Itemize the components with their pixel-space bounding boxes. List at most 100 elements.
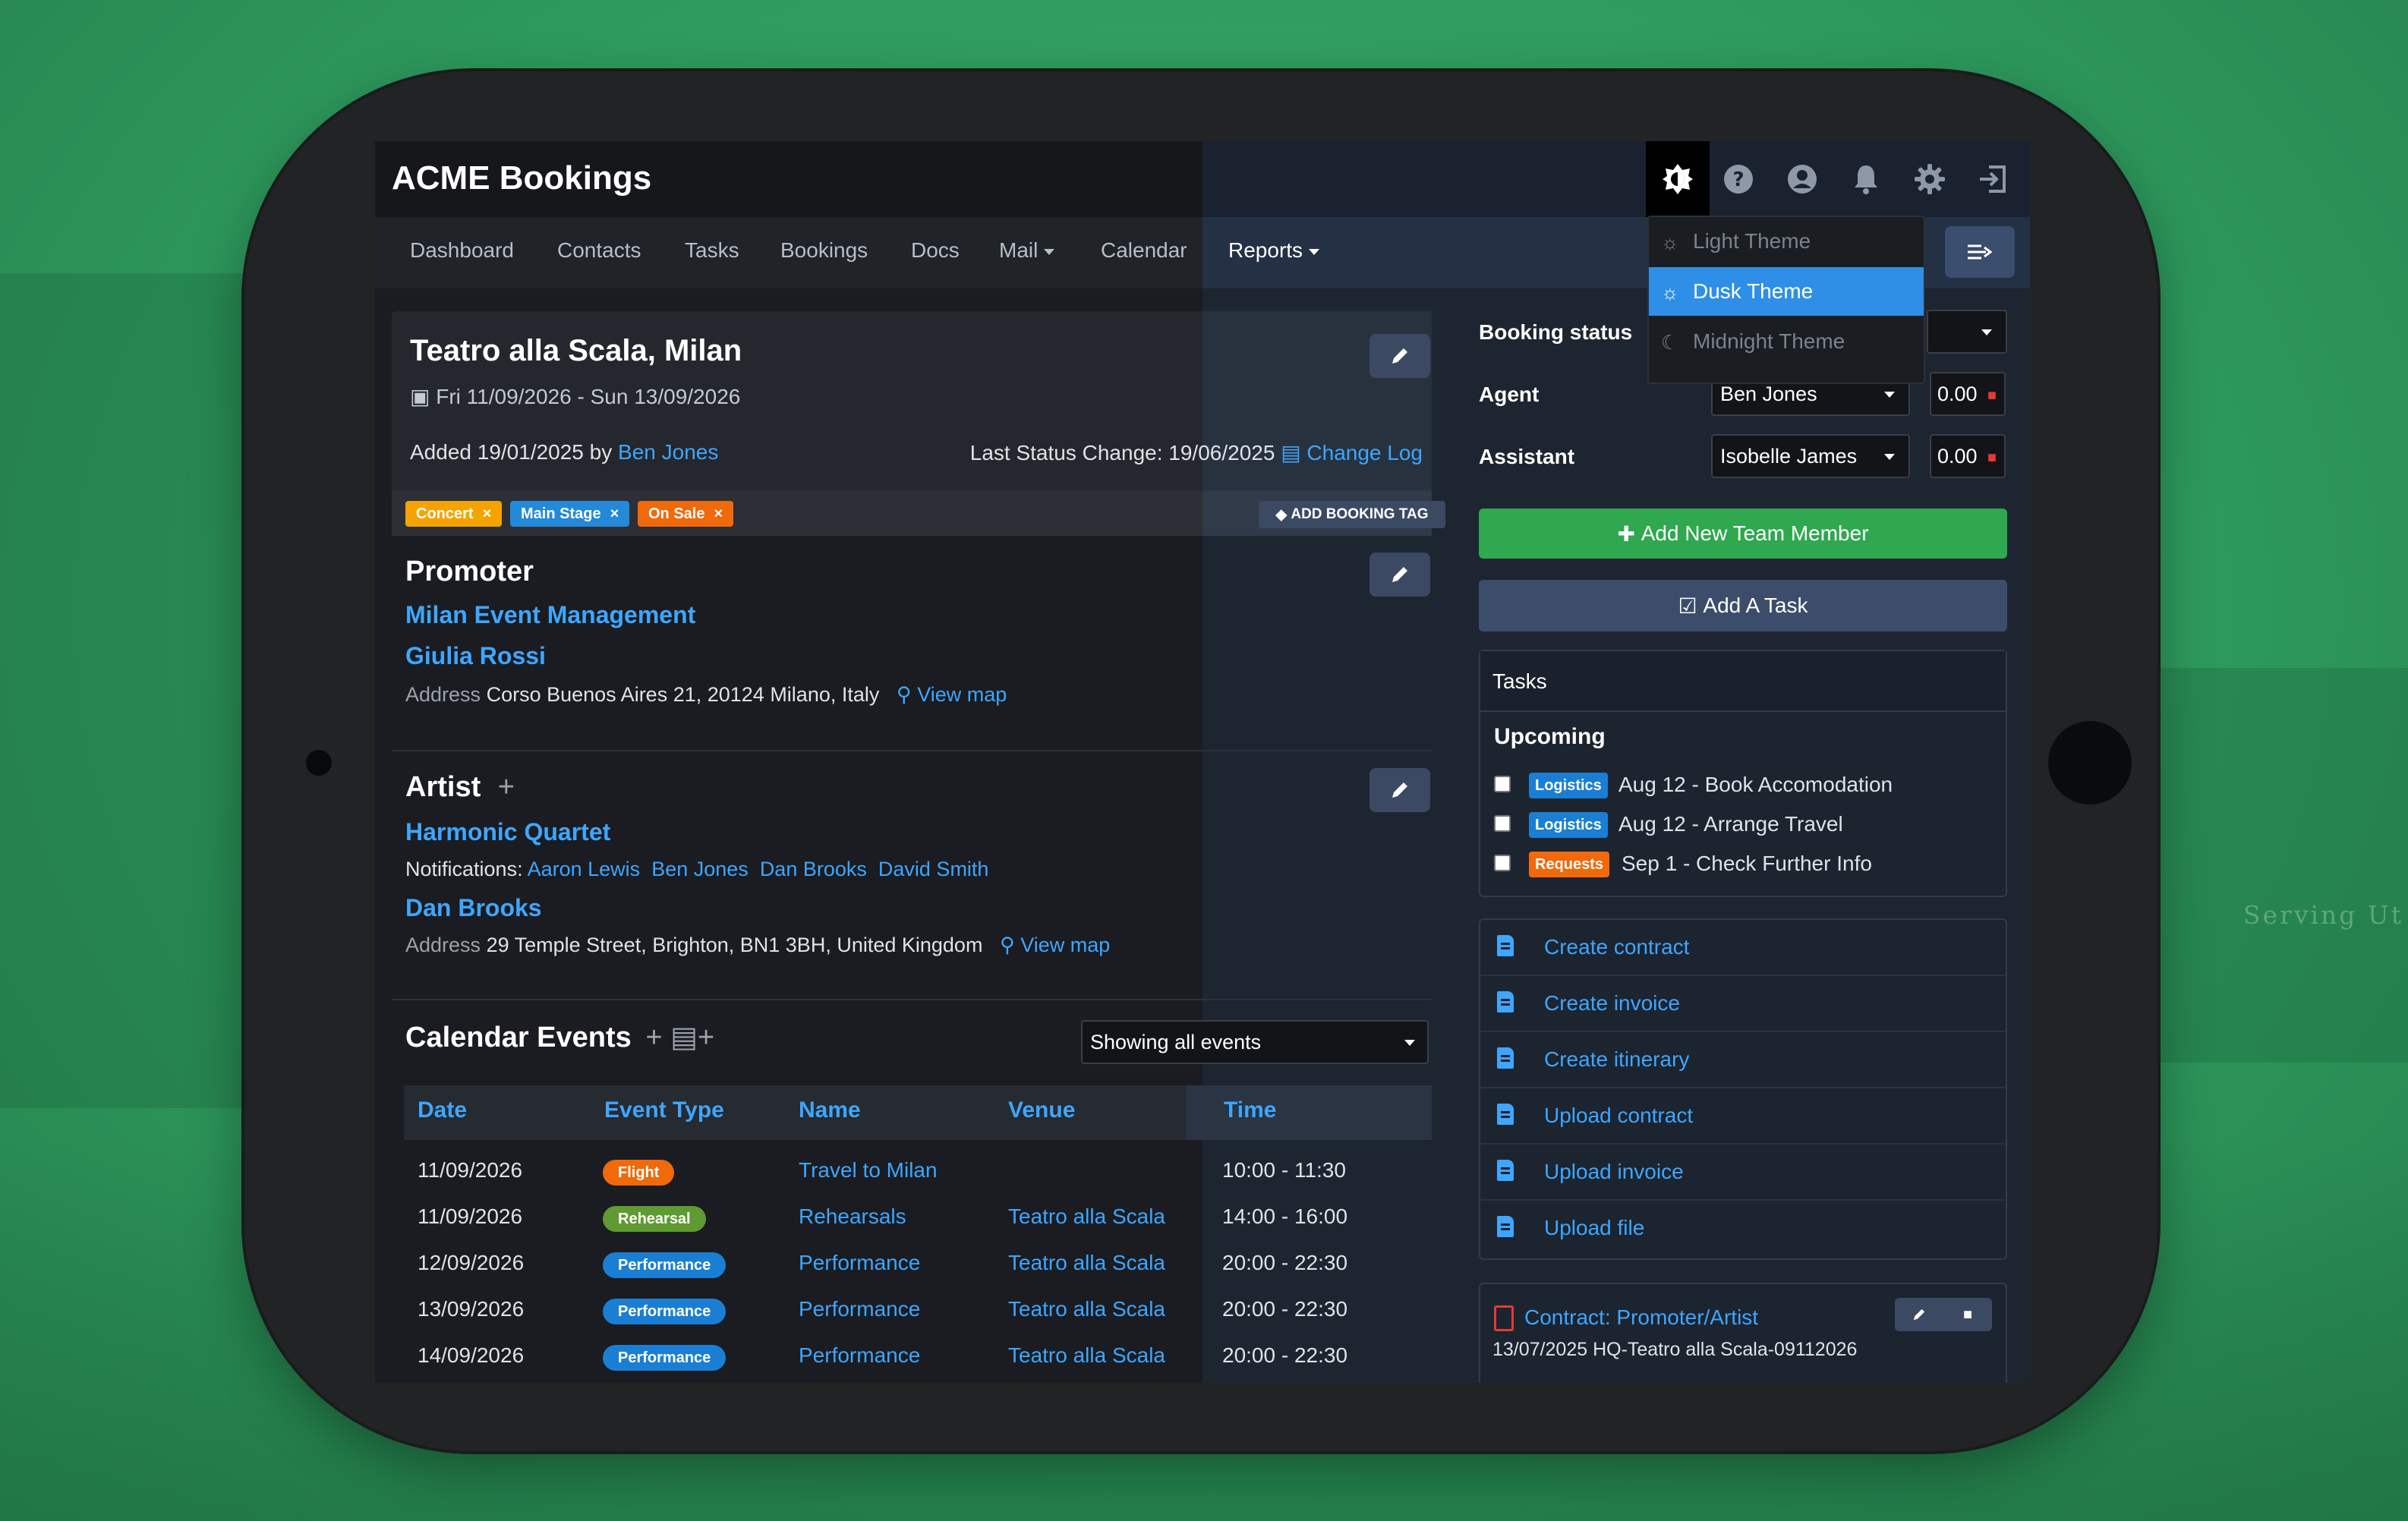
nav-mail[interactable]: Mail xyxy=(999,238,1055,263)
add-event-icon[interactable]: + xyxy=(645,1022,662,1053)
promoter-contact-link[interactable]: Giulia Rossi xyxy=(405,642,546,670)
upload-invoice-action[interactable]: Upload invoice xyxy=(1480,1145,2006,1201)
task-checkbox[interactable] xyxy=(1494,815,1511,832)
notification-contact-link[interactable]: Aaron Lewis xyxy=(528,858,641,880)
notification-contact-link[interactable]: Dan Brooks xyxy=(760,858,867,880)
event-venue-link[interactable]: Teatro alla Scala xyxy=(1008,1297,1165,1321)
event-name-link[interactable]: Performance xyxy=(799,1343,920,1368)
event-venue-link[interactable]: Teatro alla Scala xyxy=(1008,1251,1165,1275)
promoter-company-link[interactable]: Milan Event Management xyxy=(405,601,695,629)
file-icon xyxy=(1497,991,1514,1012)
theme-option-midnight[interactable]: ☾ Midnight Theme xyxy=(1649,317,1924,366)
agent-amount-field[interactable]: 0.00 ■ xyxy=(1930,372,2006,416)
nav-reports[interactable]: Reports xyxy=(1228,238,1320,263)
add-booking-tag-button[interactable]: ◆ ADD BOOKING TAG xyxy=(1259,501,1445,528)
artist-contact-link[interactable]: Dan Brooks xyxy=(405,894,542,922)
table-row[interactable]: 11/09/2026 Rehearsal Rehearsals Teatro a… xyxy=(404,1195,1432,1242)
nav-tasks[interactable]: Tasks xyxy=(685,238,739,263)
logout-icon[interactable] xyxy=(1969,155,2018,203)
change-log-label: Change Log xyxy=(1306,441,1423,464)
theme-option-dusk[interactable]: ☼ Dusk Theme xyxy=(1649,267,1924,316)
tablet-home-button[interactable] xyxy=(2048,721,2132,805)
task-text[interactable]: Aug 12 - Arrange Travel xyxy=(1618,812,1843,836)
table-row[interactable]: 13/09/2026 Performance Performance Teatr… xyxy=(404,1288,1432,1334)
event-name-link[interactable]: Performance xyxy=(799,1297,920,1321)
view-map-link[interactable]: ⚲ View map xyxy=(897,683,1007,706)
task-item: Logistics Aug 12 - Arrange Travel xyxy=(1494,809,1995,839)
user-icon[interactable] xyxy=(1778,155,1826,203)
column-header-time[interactable]: Time xyxy=(1224,1097,1276,1123)
column-header-date[interactable]: Date xyxy=(418,1097,467,1123)
event-name-link[interactable]: Rehearsals xyxy=(799,1205,906,1229)
action-label: Create contract xyxy=(1544,935,1690,959)
assistant-select[interactable]: Isobelle James xyxy=(1711,434,1910,478)
event-filter-value: Showing all events xyxy=(1090,1030,1262,1053)
booking-tag[interactable]: On Sale × xyxy=(638,501,734,527)
notification-contact-link[interactable]: David Smith xyxy=(878,858,989,880)
help-icon[interactable]: ? xyxy=(1714,155,1763,203)
column-header-name[interactable]: Name xyxy=(799,1097,861,1123)
create-itinerary-action[interactable]: Create itinerary xyxy=(1480,1032,2006,1088)
event-venue-link[interactable]: Teatro alla Scala xyxy=(1008,1205,1165,1229)
edit-contract-button[interactable] xyxy=(1895,1298,1943,1331)
booking-tag[interactable]: Main Stage × xyxy=(510,501,630,527)
table-row[interactable]: 12/09/2026 Performance Performance Teatr… xyxy=(404,1242,1432,1288)
notification-contact-link[interactable]: Ben Jones xyxy=(651,858,749,880)
event-venue-link[interactable]: Teatro alla Scala xyxy=(1008,1343,1165,1368)
assistant-amount-field[interactable]: 0.00 ■ xyxy=(1930,434,2006,478)
booking-tag-label: Main Stage xyxy=(521,505,601,522)
nav-calendar[interactable]: Calendar xyxy=(1101,238,1187,263)
task-checkbox[interactable] xyxy=(1494,776,1511,792)
task-text[interactable]: Sep 1 - Check Further Info xyxy=(1622,852,1872,876)
theme-icon[interactable] xyxy=(1646,141,1710,217)
event-filter-select[interactable]: Showing all events xyxy=(1081,1020,1429,1064)
sidebar-toggle-button[interactable] xyxy=(1945,226,2015,278)
view-map-link[interactable]: ⚲ View map xyxy=(1000,934,1110,956)
artist-address: Address 29 Temple Street, Brighton, BN1 … xyxy=(405,934,1110,957)
last-status-change: Last Status Change: 19/06/2025 ▤ Change … xyxy=(964,440,1423,465)
artist-name-link[interactable]: Harmonic Quartet xyxy=(405,818,610,846)
task-checkbox[interactable] xyxy=(1494,855,1511,871)
change-log-link[interactable]: ▤ Change Log xyxy=(1281,441,1423,464)
edit-artist-button[interactable] xyxy=(1369,768,1430,812)
remove-tag-icon[interactable]: × xyxy=(714,505,723,523)
table-row[interactable]: 11/09/2026 Flight Travel to Milan 10:00 … xyxy=(404,1149,1432,1195)
remove-tag-icon[interactable]: × xyxy=(483,505,492,523)
nav-bookings[interactable]: Bookings xyxy=(780,238,868,263)
remove-tag-icon[interactable]: × xyxy=(610,505,619,523)
added-by-link[interactable]: Ben Jones xyxy=(618,440,718,464)
add-tag-label: ADD BOOKING TAG xyxy=(1291,506,1429,522)
create-invoice-action[interactable]: Create invoice xyxy=(1480,976,2006,1032)
bell-icon[interactable] xyxy=(1842,155,1890,203)
delete-contract-button[interactable]: ■ xyxy=(1943,1298,1992,1331)
create-contract-action[interactable]: Create contract xyxy=(1480,920,2006,976)
event-name-link[interactable]: Performance xyxy=(799,1251,920,1275)
add-team-member-button[interactable]: ✚ Add New Team Member xyxy=(1479,509,2007,559)
edit-promoter-button[interactable] xyxy=(1369,553,1430,597)
edit-booking-button[interactable] xyxy=(1369,334,1430,378)
event-name-link[interactable]: Travel to Milan xyxy=(799,1158,938,1182)
booking-tag[interactable]: Concert × xyxy=(405,501,503,527)
table-row[interactable]: 14/09/2026 Performance Performance Teatr… xyxy=(404,1334,1432,1381)
booking-status-select[interactable] xyxy=(1927,310,2007,354)
theme-option-light[interactable]: ☼ Light Theme xyxy=(1649,217,1924,266)
tag-icon: ◆ xyxy=(1275,506,1291,523)
booking-dates: ▣ Fri 11/09/2026 - Sun 13/09/2026 xyxy=(410,384,740,409)
column-header-venue[interactable]: Venue xyxy=(1008,1097,1075,1123)
trash-icon[interactable]: ■ xyxy=(1987,387,1997,405)
add-multiple-events-icon[interactable]: ▤+ xyxy=(670,1022,714,1053)
chevron-down-icon xyxy=(1044,248,1055,255)
tasks-card: Tasks Upcoming Logistics Aug 12 - Book A… xyxy=(1479,650,2007,897)
nav-dashboard[interactable]: Dashboard xyxy=(410,238,514,263)
nav-docs[interactable]: Docs xyxy=(911,238,960,263)
gear-icon[interactable] xyxy=(1905,155,1954,203)
contract-title-link[interactable]: Contract: Promoter/Artist xyxy=(1524,1305,1758,1330)
trash-icon[interactable]: ■ xyxy=(1987,449,1997,467)
add-artist-icon[interactable]: + xyxy=(498,771,515,803)
add-task-button[interactable]: ☑ Add A Task xyxy=(1479,580,2007,631)
task-text[interactable]: Aug 12 - Book Accomodation xyxy=(1618,773,1893,797)
nav-contacts[interactable]: Contacts xyxy=(557,238,641,263)
column-header-event-type[interactable]: Event Type xyxy=(604,1097,724,1123)
upload-contract-action[interactable]: Upload contract xyxy=(1480,1088,2006,1145)
upload-file-action[interactable]: Upload file xyxy=(1480,1201,2006,1257)
